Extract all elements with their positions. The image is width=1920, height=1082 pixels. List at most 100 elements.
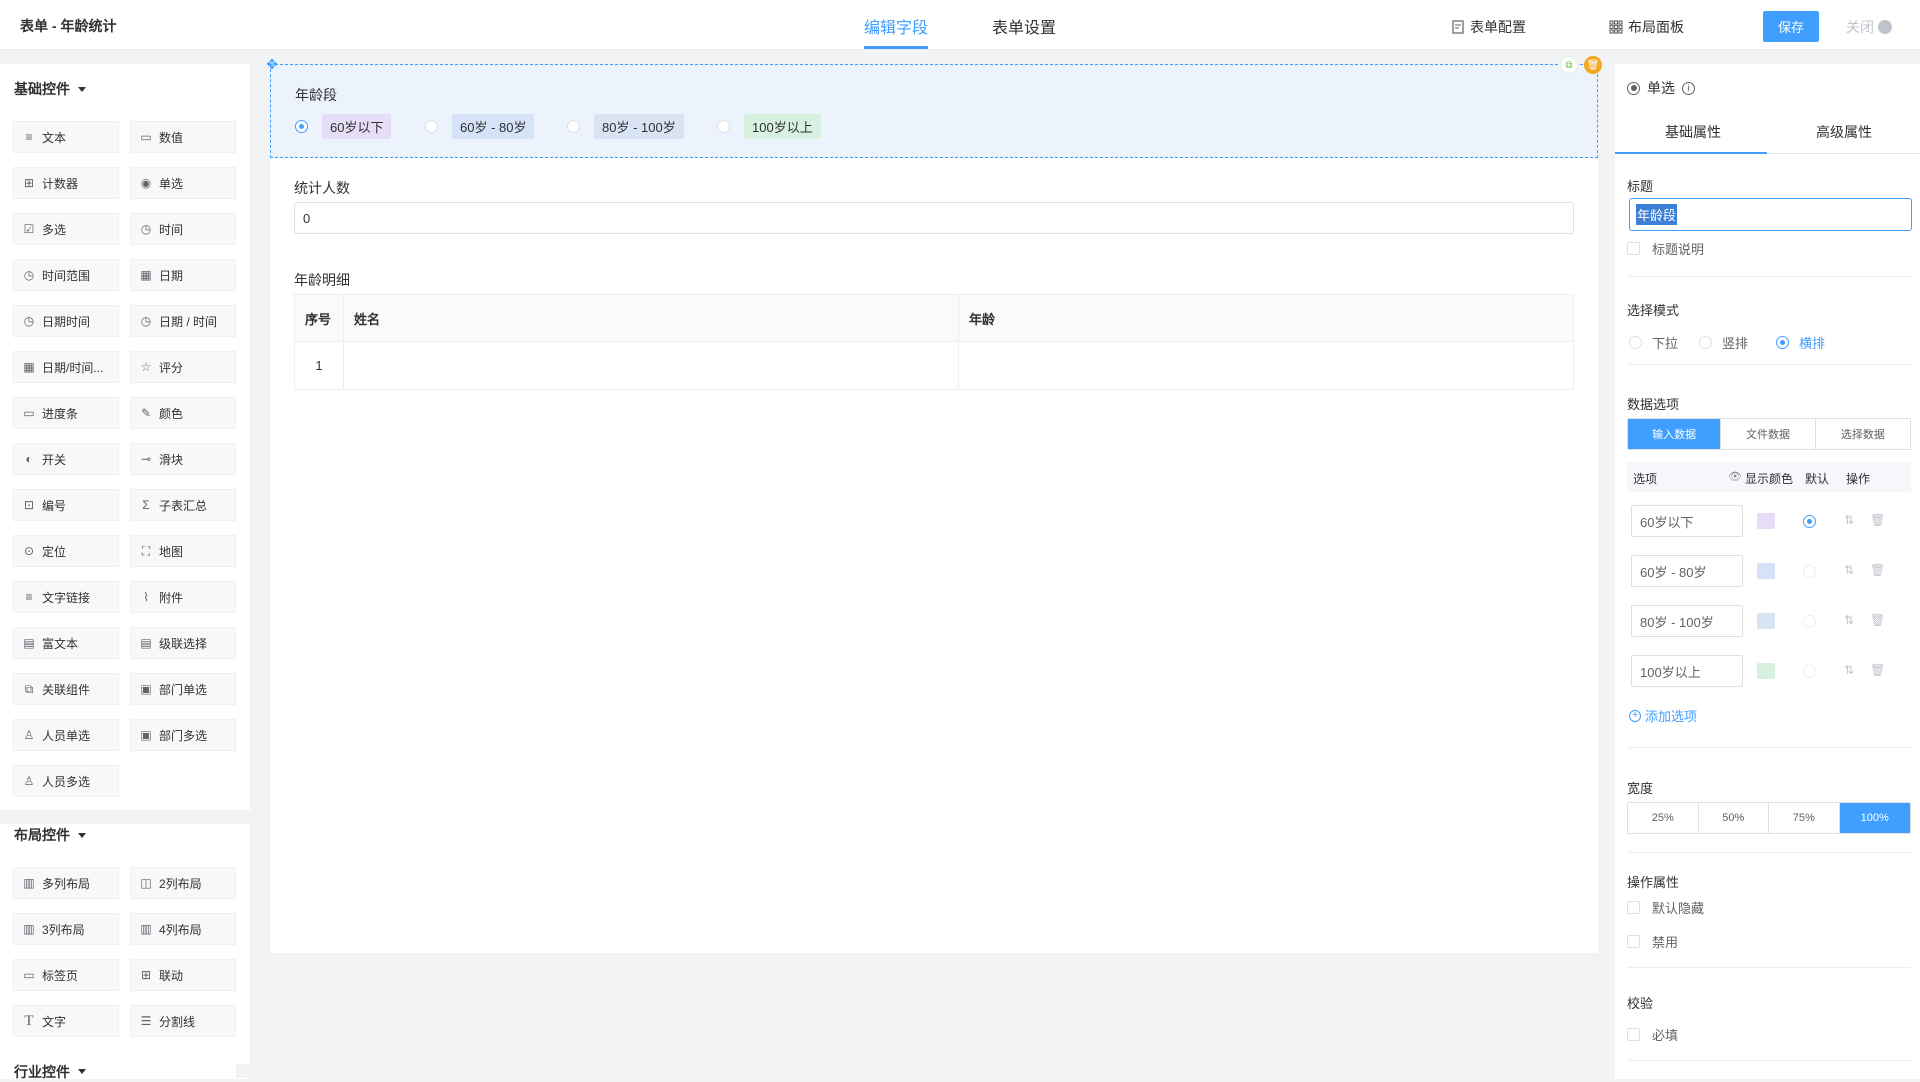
option-value-input[interactable]: 80岁 - 100岁: [1631, 605, 1743, 637]
color-swatch[interactable]: [1757, 563, 1775, 579]
palette-item[interactable]: ▥ 3列布局: [13, 913, 119, 945]
palette-item[interactable]: ☑ 多选: [13, 213, 119, 245]
palette-item[interactable]: ▣ 部门单选: [130, 673, 236, 705]
color-swatch[interactable]: [1757, 663, 1775, 679]
palette-item[interactable]: ◷ 日期时间: [13, 305, 119, 337]
required-checkbox[interactable]: 必填: [1627, 1025, 1678, 1044]
palette-item[interactable]: ⊙ 定位: [13, 535, 119, 567]
table-cell[interactable]: [343, 341, 959, 390]
selected-field-age-range[interactable]: ✥ ⧉ 🗑 年龄段 60岁以下 60岁 - 80岁 80岁 - 100岁 100岁以上: [266, 56, 1602, 158]
radio-option[interactable]: 100岁以上: [717, 114, 821, 139]
tab-advanced-properties[interactable]: 高级属性: [1816, 122, 1872, 142]
table-cell[interactable]: [958, 341, 1574, 390]
palette-item[interactable]: ⊞ 联动: [130, 959, 236, 991]
palette-item[interactable]: Σ 子表汇总: [130, 489, 236, 521]
palette-item[interactable]: ◫ 2列布局: [130, 867, 236, 899]
palette-item[interactable]: ▭ 进度条: [13, 397, 119, 429]
palette-item[interactable]: ☆ 评分: [130, 351, 236, 383]
color-picker-icon: ✎: [140, 406, 152, 420]
tab-select-data[interactable]: 选择数据: [1815, 419, 1910, 449]
mode-option[interactable]: 竖排: [1699, 333, 1748, 352]
layout-controls-group[interactable]: 布局控件: [14, 825, 86, 845]
palette-item[interactable]: ▥ 多列布局: [13, 867, 119, 899]
palette-item[interactable]: ▥ 4列布局: [130, 913, 236, 945]
palette-item[interactable]: ⧉ 关联组件: [13, 673, 119, 705]
width-option[interactable]: 75%: [1769, 803, 1840, 833]
width-option[interactable]: 50%: [1698, 803, 1769, 833]
radio-option[interactable]: 60岁 - 80岁: [425, 114, 535, 139]
move-handle-icon[interactable]: ✥: [265, 57, 279, 71]
palette-item[interactable]: ⊞ 计数器: [13, 167, 119, 199]
default-radio[interactable]: [1803, 665, 1816, 678]
default-radio[interactable]: [1803, 615, 1816, 628]
tab-file-data[interactable]: 文件数据: [1721, 419, 1816, 449]
palette-item[interactable]: ⊡ 编号: [13, 489, 119, 521]
palette-item-label: 2列布局: [159, 876, 202, 891]
title-input[interactable]: 年龄段: [1629, 198, 1912, 231]
palette-item[interactable]: ♙ 人员单选: [13, 719, 119, 751]
width-option[interactable]: 25%: [1628, 803, 1699, 833]
hide-default-checkbox[interactable]: 默认隐藏: [1627, 898, 1704, 917]
palette-item[interactable]: ▦ 日期/时间...: [13, 351, 119, 383]
industry-controls-group[interactable]: 行业控件: [0, 1064, 236, 1080]
palette-item[interactable]: ◷ 时间: [130, 213, 236, 245]
palette-item[interactable]: ☰ 分割线: [130, 1005, 236, 1037]
palette-item[interactable]: ◷ 时间范围: [13, 259, 119, 291]
option-value-input[interactable]: 60岁以下: [1631, 505, 1743, 537]
title-desc-checkbox[interactable]: 标题说明: [1627, 239, 1704, 258]
option-value-input[interactable]: 100岁以上: [1631, 655, 1743, 687]
count-input[interactable]: 0: [294, 202, 1574, 234]
palette-item[interactable]: ▤ 级联选择: [130, 627, 236, 659]
width-option[interactable]: 100%: [1839, 803, 1910, 833]
palette-item[interactable]: ✎ 颜色: [130, 397, 236, 429]
color-swatch[interactable]: [1757, 513, 1775, 529]
palette-item[interactable]: ⛶ 地图: [130, 535, 236, 567]
default-radio[interactable]: [1803, 515, 1816, 528]
layout-panel-button[interactable]: 布局面板: [1609, 17, 1684, 37]
delete-icon[interactable]: 🗑: [1584, 56, 1602, 74]
palette-item[interactable]: ⊸ 滑块: [130, 443, 236, 475]
delete-icon[interactable]: 🗑: [1870, 513, 1885, 527]
palette-item[interactable]: ⌇ 附件: [130, 581, 236, 613]
palette-item[interactable]: ▤ 富文本: [13, 627, 119, 659]
delete-icon[interactable]: 🗑: [1870, 663, 1885, 677]
option-value-input[interactable]: 60岁 - 80岁: [1631, 555, 1743, 587]
tab-form-settings[interactable]: 表单设置: [992, 14, 1056, 38]
radio-option[interactable]: 80岁 - 100岁: [567, 114, 684, 139]
add-option-button[interactable]: + 添加选项: [1629, 706, 1697, 725]
basic-controls-group[interactable]: 基础控件: [14, 79, 86, 99]
title-input-value: 年龄段: [1636, 204, 1678, 225]
save-button[interactable]: 保存: [1763, 11, 1819, 42]
palette-item[interactable]: ≡ 文字链接: [13, 581, 119, 613]
palette-item[interactable]: ▭ 数值: [130, 121, 236, 153]
close-button[interactable]: 关闭: [1846, 17, 1892, 37]
radio-option[interactable]: 60岁以下: [295, 114, 392, 139]
delete-icon[interactable]: 🗑: [1870, 563, 1885, 577]
palette-item[interactable]: ◉ 单选: [130, 167, 236, 199]
palette-item[interactable]: ▭ 标签页: [13, 959, 119, 991]
mode-option[interactable]: 下拉: [1629, 333, 1678, 352]
delete-icon[interactable]: 🗑: [1870, 613, 1885, 627]
sort-handle-icon[interactable]: ⇅: [1844, 513, 1854, 527]
copy-icon[interactable]: ⧉: [1560, 56, 1578, 74]
tab-edit-fields[interactable]: 编辑字段: [864, 14, 928, 38]
sort-handle-icon[interactable]: ⇅: [1844, 613, 1854, 627]
palette-item[interactable]: ≡ 文本: [13, 121, 119, 153]
validate-section-label: 校验: [1627, 996, 1654, 1011]
palette-item[interactable]: ♙ 人员多选: [13, 765, 119, 797]
mode-option[interactable]: 横排: [1776, 333, 1825, 352]
disabled-checkbox[interactable]: 禁用: [1627, 932, 1678, 951]
tab-basic-properties[interactable]: 基础属性: [1665, 122, 1721, 142]
info-icon[interactable]: i: [1682, 81, 1695, 95]
form-config-button[interactable]: 表单配置: [1452, 17, 1526, 37]
color-swatch[interactable]: [1757, 613, 1775, 629]
palette-item[interactable]: ◐ 开关: [13, 443, 119, 475]
palette-item[interactable]: ▦ 日期: [130, 259, 236, 291]
sort-handle-icon[interactable]: ⇅: [1844, 663, 1854, 677]
palette-item[interactable]: T 文字: [13, 1005, 119, 1037]
sort-handle-icon[interactable]: ⇅: [1844, 563, 1854, 577]
palette-item[interactable]: ▣ 部门多选: [130, 719, 236, 751]
palette-item[interactable]: ◷ 日期 / 时间: [130, 305, 236, 337]
tab-input-data[interactable]: 输入数据: [1628, 419, 1722, 449]
default-radio[interactable]: [1803, 565, 1816, 578]
